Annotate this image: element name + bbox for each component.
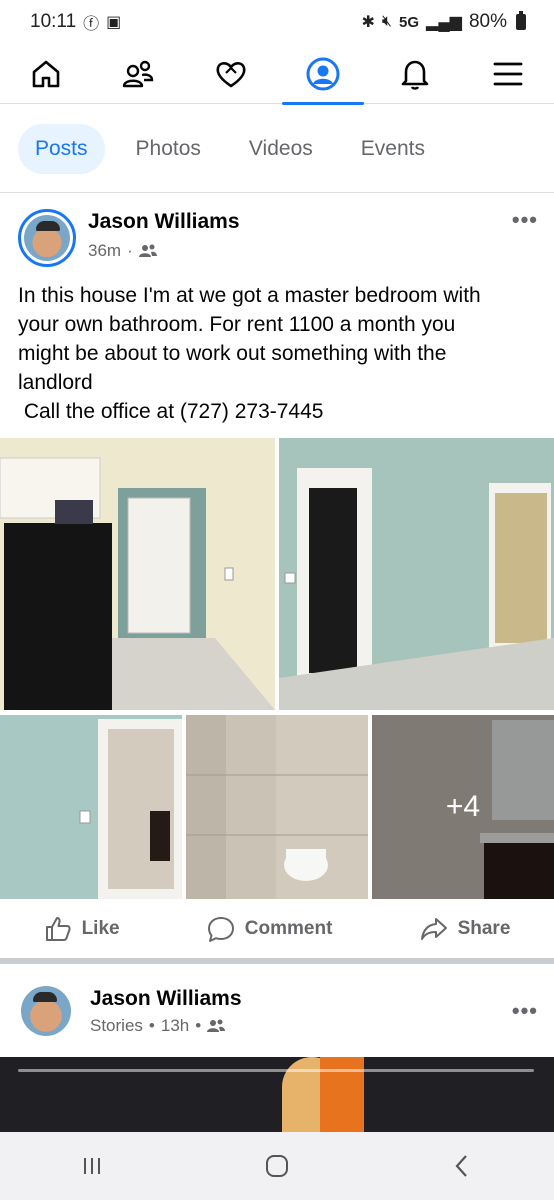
network-label: 5G bbox=[399, 13, 420, 31]
photo-grid: +4 bbox=[0, 438, 554, 900]
bluetooth-icon: ✱ bbox=[361, 14, 375, 31]
status-bar: 10:11 ⓕ ▣ ✱ 🔇︎ 5G ▂▄▆ 80% bbox=[0, 0, 554, 44]
post-text-line: Call the office at (727) 273-7445 bbox=[18, 400, 324, 423]
avatar[interactable] bbox=[18, 983, 74, 1039]
post-author[interactable]: Jason Williams bbox=[90, 987, 242, 1011]
more-options-icon[interactable]: ••• bbox=[512, 207, 538, 233]
tab-events[interactable]: Events bbox=[344, 124, 442, 174]
post-text-line: might be about to work out something wit… bbox=[18, 342, 447, 365]
profile-tabs: Posts Photos Videos Events bbox=[0, 105, 554, 193]
meta-separator: • bbox=[195, 1016, 202, 1035]
story-progress-bar bbox=[18, 1069, 534, 1072]
meta-separator: · bbox=[127, 241, 133, 260]
post-meta: Stories • 13h • bbox=[90, 1016, 226, 1036]
system-navigation-bar bbox=[0, 1132, 554, 1200]
heart-icon bbox=[216, 61, 246, 87]
friends-privacy-icon bbox=[207, 1019, 226, 1032]
photo-shower-toilet[interactable] bbox=[186, 715, 368, 899]
friends-icon bbox=[123, 60, 154, 87]
hamburger-menu-icon bbox=[493, 62, 523, 85]
share-arrow-icon bbox=[420, 918, 447, 940]
battery-level: 80% bbox=[468, 11, 507, 32]
home-button-icon[interactable] bbox=[263, 1152, 291, 1180]
photo-vanity-more[interactable]: +4 bbox=[372, 715, 554, 899]
facebook-notification-icon: ⓕ bbox=[83, 16, 100, 33]
post-author[interactable]: Jason Williams bbox=[88, 210, 240, 234]
post-text-line: your own bathroom. For rent 1100 a month… bbox=[18, 313, 456, 336]
thumbs-up-icon bbox=[45, 917, 71, 941]
signal-icon: ▂▄▆ bbox=[426, 14, 462, 31]
tab-videos[interactable]: Videos bbox=[232, 124, 330, 174]
comment-button[interactable]: Comment bbox=[207, 915, 333, 943]
nav-profile[interactable] bbox=[278, 44, 368, 105]
nav-home[interactable] bbox=[1, 44, 91, 104]
post-actions: Like Comment Share bbox=[0, 900, 554, 964]
clock: 10:11 bbox=[30, 11, 77, 32]
mute-icon: 🔇︎ bbox=[381, 13, 392, 30]
post-time[interactable]: 36m bbox=[88, 241, 121, 261]
nav-dating[interactable] bbox=[186, 44, 276, 104]
tab-photos[interactable]: Photos bbox=[119, 124, 218, 174]
post-text: In this house I'm at we got a master bed… bbox=[0, 273, 554, 438]
like-button[interactable]: Like bbox=[44, 915, 120, 943]
back-icon[interactable] bbox=[448, 1152, 476, 1180]
meta-separator: • bbox=[148, 1016, 155, 1035]
home-icon bbox=[32, 60, 60, 87]
comment-label: Comment bbox=[244, 918, 333, 939]
post-text-line: landlord bbox=[18, 371, 93, 394]
photo-bathroom-door[interactable] bbox=[0, 715, 182, 899]
recent-apps-icon[interactable] bbox=[78, 1152, 106, 1180]
comment-bubble-icon bbox=[207, 917, 234, 942]
top-nav bbox=[0, 44, 554, 105]
post: Jason Williams Stories • 13h • ••• bbox=[0, 968, 554, 1058]
post-text-line: In this house I'm at we got a master bed… bbox=[18, 284, 481, 307]
nav-notifications[interactable] bbox=[370, 44, 460, 104]
more-photos-overlay[interactable]: +4 bbox=[372, 715, 554, 899]
gallery-notification-icon: ▣ bbox=[106, 14, 122, 31]
profile-icon bbox=[306, 57, 340, 90]
like-label: Like bbox=[81, 918, 120, 939]
battery-icon bbox=[516, 11, 526, 30]
more-options-icon[interactable]: ••• bbox=[512, 998, 538, 1024]
nav-friends[interactable] bbox=[93, 44, 183, 104]
avatar[interactable] bbox=[18, 209, 76, 267]
tab-posts[interactable]: Posts bbox=[18, 123, 105, 174]
post: Jason Williams 36m · ••• In this house I… bbox=[0, 193, 554, 964]
post-time[interactable]: 13h bbox=[161, 1016, 189, 1036]
friends-privacy-icon bbox=[138, 244, 157, 257]
photo-bedroom-doors[interactable] bbox=[279, 438, 554, 710]
share-button[interactable]: Share bbox=[420, 915, 511, 943]
post-source[interactable]: Stories bbox=[90, 1016, 143, 1036]
share-label: Share bbox=[457, 918, 511, 939]
post-meta: 36m · bbox=[88, 241, 157, 261]
photo-kitchen-hallway[interactable] bbox=[0, 438, 275, 710]
story-media[interactable] bbox=[0, 1057, 554, 1132]
post-header: Jason Williams 36m · ••• bbox=[0, 193, 554, 273]
nav-menu[interactable] bbox=[463, 44, 553, 104]
bell-icon bbox=[402, 60, 429, 90]
